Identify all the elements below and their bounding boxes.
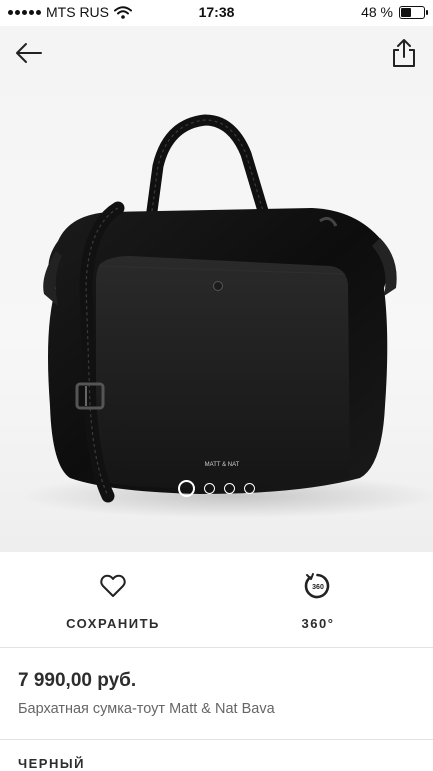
view-360-button[interactable]: 360 360° bbox=[238, 570, 398, 631]
rotate-360-icon-text: 360 bbox=[312, 584, 324, 591]
status-bar: MTS RUS 17:38 48 % bbox=[0, 0, 433, 26]
view-360-label: 360° bbox=[301, 616, 335, 631]
gallery-dot[interactable] bbox=[178, 480, 195, 497]
save-label: СОХРАНИТЬ bbox=[66, 616, 160, 631]
product-image-gallery[interactable]: MATT & NAT bbox=[0, 26, 433, 552]
gallery-dot[interactable] bbox=[204, 483, 215, 494]
product-price: 7 990,00 руб. bbox=[18, 670, 137, 691]
product-photo: MATT & NAT bbox=[20, 114, 433, 518]
color-selector[interactable]: ЧЕРНЫЙ bbox=[18, 756, 85, 771]
gallery-dot[interactable] bbox=[224, 483, 235, 494]
heart-icon bbox=[100, 574, 126, 597]
rotate-360-icon: 360 bbox=[304, 573, 330, 599]
battery-percent: 48 % bbox=[361, 4, 393, 20]
product-actions: СОХРАНИТЬ 360 360° bbox=[0, 560, 433, 640]
share-button[interactable] bbox=[391, 38, 417, 68]
divider bbox=[0, 647, 433, 648]
gallery-pagination bbox=[0, 480, 433, 497]
divider bbox=[0, 739, 433, 740]
save-button[interactable]: СОХРАНИТЬ bbox=[33, 570, 193, 631]
product-name: Бархатная сумка-тоут Matt & Nat Bava bbox=[18, 701, 275, 717]
brand-logo-text: MATT & NAT bbox=[205, 462, 240, 468]
back-button[interactable] bbox=[14, 40, 44, 66]
gallery-dot[interactable] bbox=[244, 483, 255, 494]
battery-icon bbox=[399, 5, 428, 19]
status-right: 48 % bbox=[361, 4, 428, 20]
